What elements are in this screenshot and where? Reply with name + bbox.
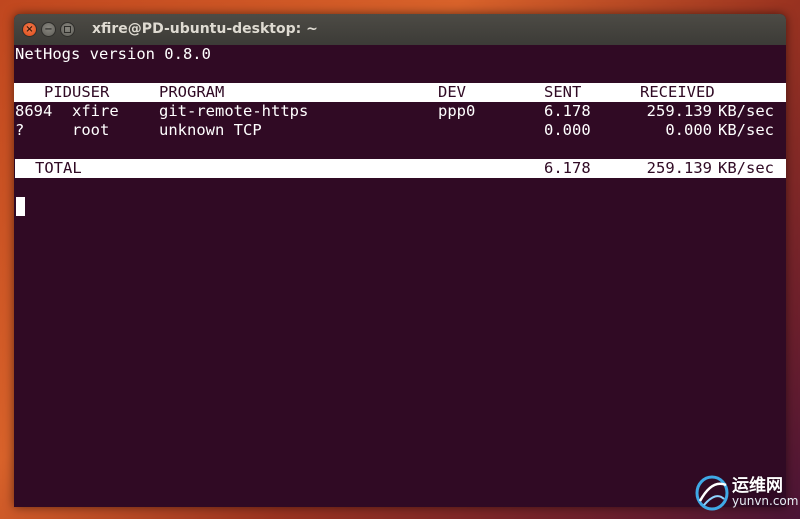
row-dev: ppp0 — [438, 102, 476, 120]
row-received: 259.139 — [646, 102, 712, 120]
maximize-button[interactable] — [60, 22, 75, 37]
close-button[interactable]: × — [22, 22, 37, 37]
version-text: NetHogs version 0.8.0 — [15, 45, 211, 63]
total-label: TOTAL — [35, 159, 82, 177]
total-sent: 6.178 — [544, 159, 591, 177]
window-titlebar[interactable]: × − xfire@PD-ubuntu-desktop: ~ — [14, 14, 786, 46]
version-line: NetHogs version 0.8.0 — [14, 45, 786, 64]
header-received: RECEIVED — [640, 83, 715, 101]
row-user: xfire — [72, 102, 119, 120]
header-dev: DEV — [438, 83, 466, 101]
terminal-window: × − xfire@PD-ubuntu-desktop: ~ NetHogs v… — [14, 14, 786, 507]
terminal-cursor — [16, 197, 25, 216]
header-user: USER — [72, 83, 110, 101]
row-program: unknown TCP — [159, 121, 262, 139]
table-row: ? root unknown TCP 0.000 0.000 KB/sec — [14, 121, 786, 140]
row-pid: 8694 — [15, 102, 53, 120]
row-user: root — [72, 121, 110, 139]
table-header: PID USER PROGRAM DEV SENT RECEIVED — [14, 83, 786, 102]
total-row: TOTAL 6.178 259.139 KB/sec — [15, 159, 786, 178]
row-sent: 6.178 — [544, 102, 591, 120]
table-row: 8694 xfire git-remote-https ppp0 6.178 2… — [14, 102, 786, 121]
header-program: PROGRAM — [159, 83, 225, 101]
minimize-icon: − — [44, 24, 53, 35]
row-program: git-remote-https — [159, 102, 309, 120]
minimize-button[interactable]: − — [41, 22, 56, 37]
watermark-logo: 运维网 yunvn.com — [692, 471, 798, 513]
row-pid: ? — [15, 121, 25, 139]
total-unit: KB/sec — [718, 159, 774, 177]
header-sent: SENT — [544, 83, 582, 101]
maximize-icon — [64, 26, 71, 33]
close-icon: × — [25, 24, 34, 35]
total-received: 259.139 — [646, 159, 712, 177]
row-sent: 0.000 — [544, 121, 591, 139]
row-received: 0.000 — [665, 121, 712, 139]
row-unit: KB/sec — [718, 102, 774, 120]
row-unit: KB/sec — [718, 121, 774, 139]
watermark-brand: 运维网 — [732, 476, 783, 496]
header-pid: PID — [44, 83, 72, 101]
logo-swirl-icon — [695, 475, 729, 511]
terminal-content[interactable]: NetHogs version 0.8.0 PID USER PROGRAM D… — [14, 45, 786, 507]
watermark-url: yunvn.com — [732, 494, 799, 508]
window-title: xfire@PD-ubuntu-desktop: ~ — [92, 21, 318, 37]
